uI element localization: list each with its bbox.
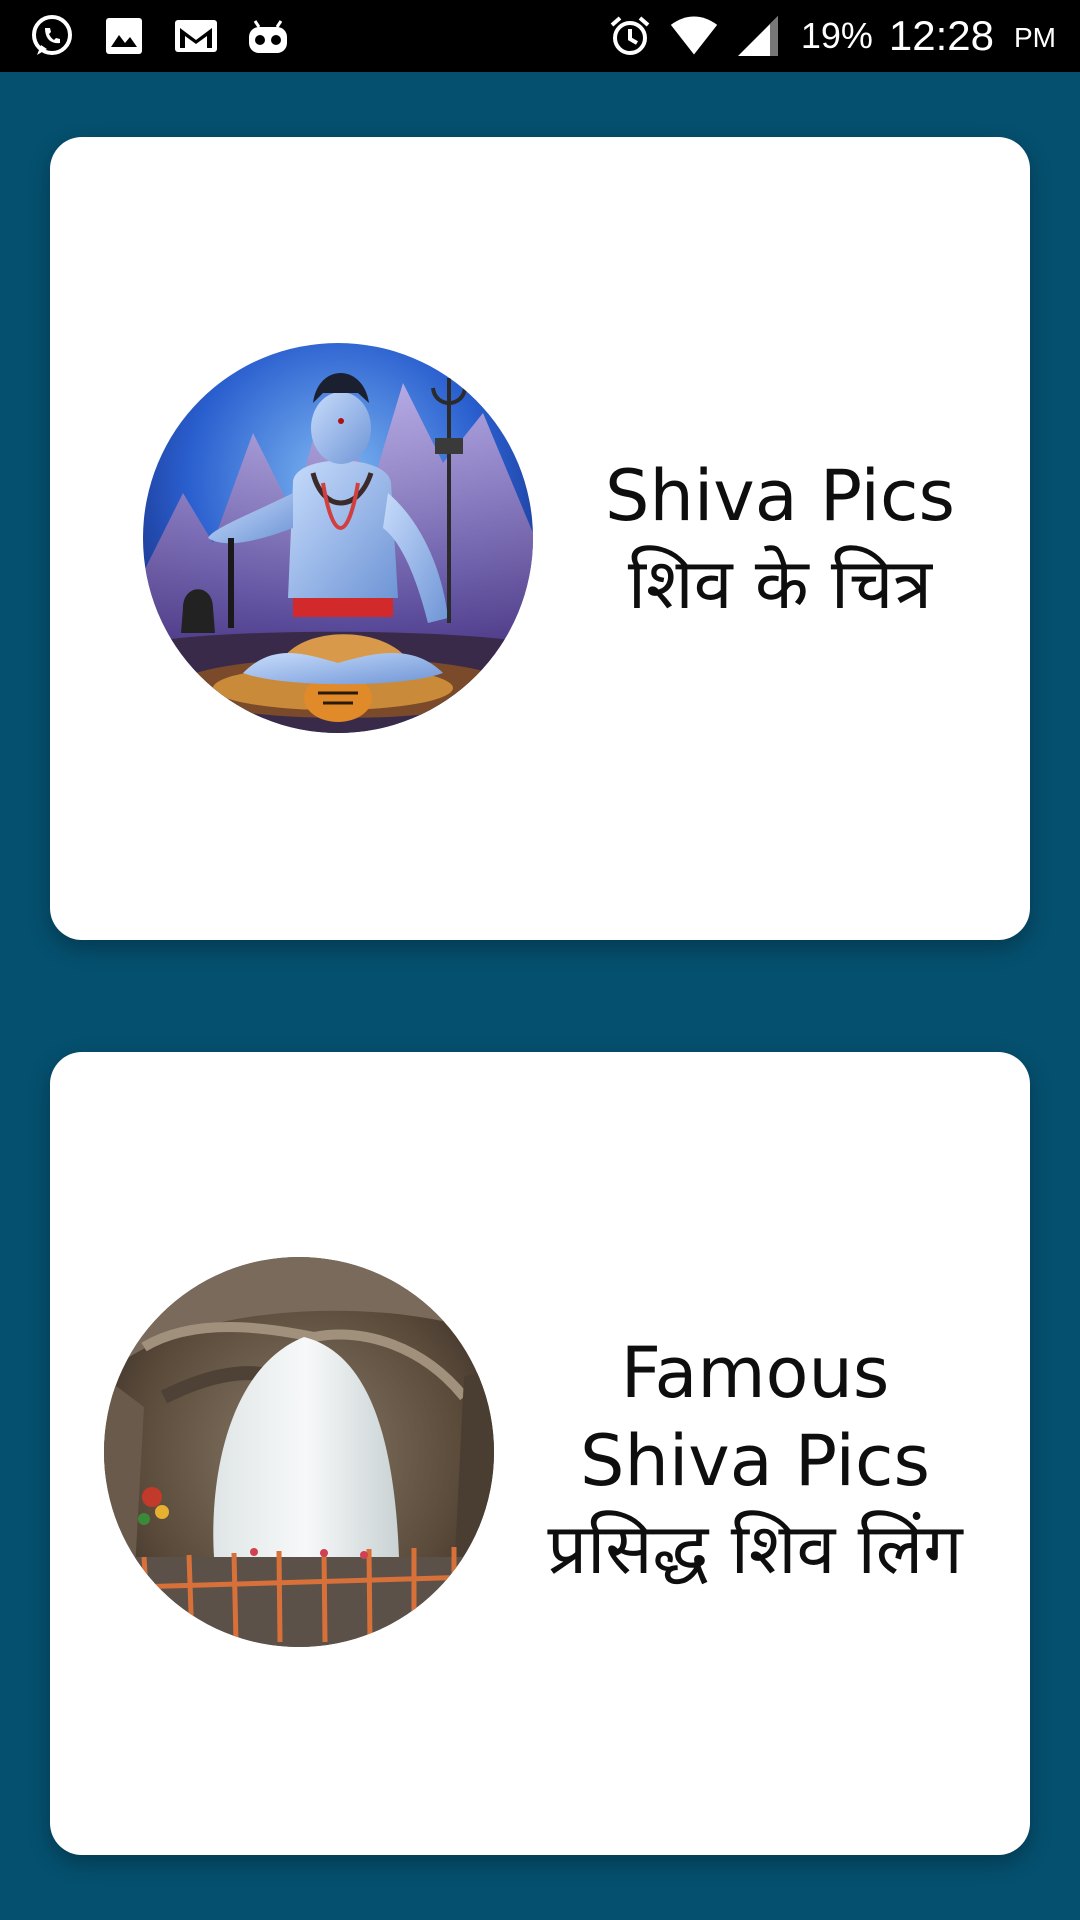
system-status: 19% 12:28 PM (605, 8, 1056, 64)
card-title-line: प्रसिद्ध शिव लिंग (547, 1508, 963, 1590)
shiva-pics-title: Shiva Pics शिव के चित्र (550, 452, 1010, 628)
famous-shiva-pics-card[interactable]: Famous Shiva Pics प्रसिद्ध शिव लिंग (50, 1052, 1030, 1855)
robot-icon (244, 12, 292, 60)
famous-shiva-pics-title: Famous Shiva Pics प्रसिद्ध शिव लिंग (505, 1329, 1005, 1593)
notification-icons (28, 12, 292, 60)
card-title-line: Shiva Pics (605, 455, 955, 537)
status-bar: 19% 12:28 PM (0, 0, 1080, 72)
wifi-icon (669, 11, 719, 61)
card-title-line: Shiva Pics (580, 1420, 930, 1502)
clock-time: 12:28 (888, 12, 994, 59)
shiva-seated-image (143, 343, 533, 733)
whatsapp-icon (28, 12, 76, 60)
alarm-icon (605, 11, 655, 61)
clock-ampm: PM (1014, 22, 1056, 53)
gmail-icon (172, 12, 220, 60)
shiva-pics-card[interactable]: Shiva Pics शिव के चित्र (50, 137, 1030, 940)
gallery-icon (100, 12, 148, 60)
card-title-line: शिव के चित्र (627, 543, 933, 625)
signal-icon (733, 11, 783, 61)
card-title-line: Famous (620, 1332, 890, 1414)
battery-level: 19% (800, 15, 873, 56)
ice-lingam-cave-image (104, 1257, 494, 1647)
